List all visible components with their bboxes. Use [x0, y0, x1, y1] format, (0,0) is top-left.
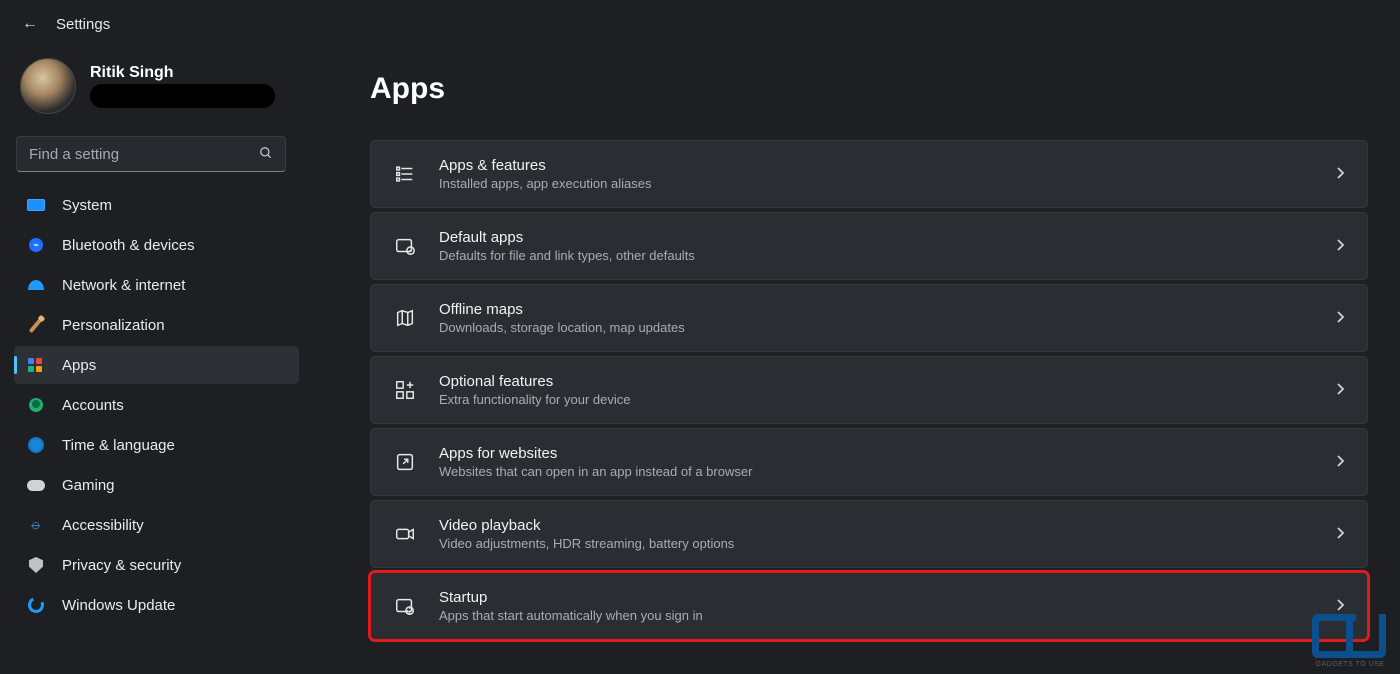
chevron-right-icon [1335, 238, 1345, 255]
watermark: GADGETS TO USE [1312, 614, 1386, 666]
sidebar: Ritik Singh System ⌁ Bluetooth & devices … [14, 58, 299, 624]
card-subtitle: Downloads, storage location, map updates [439, 320, 1313, 335]
chevron-right-icon [1335, 382, 1345, 399]
main-content: Apps Apps & features Installed apps, app… [370, 72, 1368, 640]
sidebar-item-label: Accounts [62, 397, 124, 414]
sidebar-item-privacy[interactable]: Privacy & security [14, 546, 299, 584]
search-field[interactable] [29, 146, 259, 163]
card-title: Optional features [439, 373, 1313, 390]
card-text: Apps & features Installed apps, app exec… [439, 157, 1313, 191]
card-subtitle: Apps that start automatically when you s… [439, 608, 1313, 623]
sidebar-item-label: Apps [62, 357, 96, 374]
settings-cards: Apps & features Installed apps, app exec… [370, 140, 1368, 640]
card-subtitle: Websites that can open in an app instead… [439, 464, 1313, 479]
profile-email-redacted [90, 84, 275, 108]
sidebar-item-system[interactable]: System [14, 186, 299, 224]
chevron-right-icon [1335, 310, 1345, 327]
card-text: Startup Apps that start automatically wh… [439, 589, 1313, 623]
card-offline-maps[interactable]: Offline maps Downloads, storage location… [370, 284, 1368, 352]
chevron-right-icon [1335, 454, 1345, 471]
access-icon: ⦵ [26, 515, 46, 535]
back-icon[interactable]: ← [22, 15, 38, 33]
card-text: Default apps Defaults for file and link … [439, 229, 1313, 263]
card-subtitle: Extra functionality for your device [439, 392, 1313, 407]
card-subtitle: Installed apps, app execution aliases [439, 176, 1313, 191]
card-subtitle: Video adjustments, HDR streaming, batter… [439, 536, 1313, 551]
time-icon [26, 435, 46, 455]
chevron-right-icon [1335, 166, 1345, 183]
sidebar-item-personalization[interactable]: Personalization [14, 306, 299, 344]
card-text: Optional features Extra functionality fo… [439, 373, 1313, 407]
card-title: Apps for websites [439, 445, 1313, 462]
sidebar-item-label: Gaming [62, 477, 115, 494]
bt-icon: ⌁ [26, 235, 46, 255]
sidebar-item-label: Windows Update [62, 597, 175, 614]
chevron-right-icon [1335, 598, 1345, 615]
card-title: Offline maps [439, 301, 1313, 318]
map-icon [393, 306, 417, 330]
list-icon [393, 162, 417, 186]
card-optional-features[interactable]: Optional features Extra functionality fo… [370, 356, 1368, 424]
card-title: Default apps [439, 229, 1313, 246]
sidebar-item-label: Privacy & security [62, 557, 181, 574]
card-text: Apps for websites Websites that can open… [439, 445, 1313, 479]
sidebar-item-label: Time & language [62, 437, 175, 454]
card-apps-features[interactable]: Apps & features Installed apps, app exec… [370, 140, 1368, 208]
sidebar-item-accessibility[interactable]: ⦵ Accessibility [14, 506, 299, 544]
sidebar-item-accounts[interactable]: Accounts [14, 386, 299, 424]
page-title: Apps [370, 72, 1368, 106]
wu-icon [26, 595, 46, 615]
card-apps-websites[interactable]: Apps for websites Websites that can open… [370, 428, 1368, 496]
avatar [20, 58, 76, 114]
sidebar-item-label: Accessibility [62, 517, 144, 534]
sidebar-item-apps[interactable]: Apps [14, 346, 299, 384]
apps-icon [26, 355, 46, 375]
search-icon [259, 146, 273, 163]
card-text: Video playback Video adjustments, HDR st… [439, 517, 1313, 551]
sidebar-item-label: Bluetooth & devices [62, 237, 195, 254]
sidebar-item-time[interactable]: Time & language [14, 426, 299, 464]
plus-grid-icon [393, 378, 417, 402]
sidebar-item-update[interactable]: Windows Update [14, 586, 299, 624]
card-title: Startup [439, 589, 1313, 606]
game-icon [26, 475, 46, 495]
window-title: Settings [56, 16, 110, 33]
startup-icon [393, 594, 417, 618]
card-subtitle: Defaults for file and link types, other … [439, 248, 1313, 263]
chevron-right-icon [1335, 526, 1345, 543]
open-ext-icon [393, 450, 417, 474]
card-default-apps[interactable]: Default apps Defaults for file and link … [370, 212, 1368, 280]
card-startup[interactable]: Startup Apps that start automatically wh… [370, 572, 1368, 640]
pers-icon [26, 315, 46, 335]
card-title: Video playback [439, 517, 1313, 534]
sidebar-item-label: Personalization [62, 317, 165, 334]
net-icon [26, 275, 46, 295]
topbar: ← Settings [0, 0, 110, 48]
priv-icon [26, 555, 46, 575]
card-title: Apps & features [439, 157, 1313, 174]
default-icon [393, 234, 417, 258]
sidebar-item-label: Network & internet [62, 277, 185, 294]
sidebar-item-gaming[interactable]: Gaming [14, 466, 299, 504]
acct-icon [26, 395, 46, 415]
video-icon [393, 522, 417, 546]
card-text: Offline maps Downloads, storage location… [439, 301, 1313, 335]
sidebar-item-bluetooth[interactable]: ⌁ Bluetooth & devices [14, 226, 299, 264]
search-input[interactable] [16, 136, 286, 172]
profile-block[interactable]: Ritik Singh [14, 58, 299, 114]
sidebar-item-network[interactable]: Network & internet [14, 266, 299, 304]
system-icon [26, 195, 46, 215]
card-video-playback[interactable]: Video playback Video adjustments, HDR st… [370, 500, 1368, 568]
sidebar-item-label: System [62, 197, 112, 214]
watermark-text: GADGETS TO USE [1314, 661, 1386, 668]
nav-list: System ⌁ Bluetooth & devices Network & in… [14, 186, 299, 624]
profile-name: Ritik Singh [90, 64, 275, 82]
